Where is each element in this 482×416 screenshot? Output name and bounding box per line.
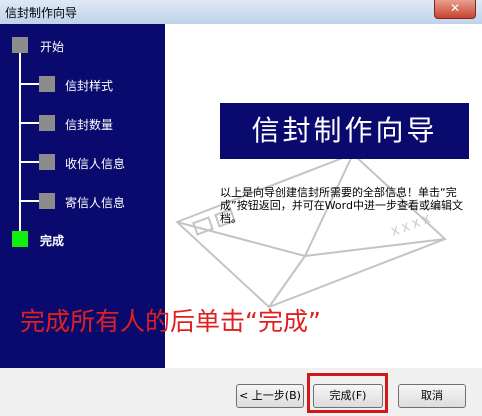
step-label-start: 开始 <box>40 40 65 54</box>
tree-trunk <box>19 44 21 238</box>
close-button[interactable]: ✕ <box>434 0 476 19</box>
step-label-finish: 完成 <box>40 234 65 248</box>
cancel-button[interactable]: 取消 <box>398 384 466 408</box>
step-marker-envelope-count <box>39 115 55 131</box>
wizard-banner: 信封制作向导 <box>220 103 469 159</box>
tree-branch <box>19 83 39 85</box>
step-label-envelope-count: 信封数量 <box>65 118 114 132</box>
tree-branch <box>19 200 39 202</box>
step-marker-recipient <box>39 154 55 170</box>
step-marker-envelope-style <box>39 76 55 92</box>
step-marker-start <box>12 37 28 53</box>
step-marker-sender <box>39 193 55 209</box>
completion-info-text: 以上是向导创建信封所需要的全部信息！单击“完成”按钮返回，并可在Word中进一步… <box>220 186 463 225</box>
window-title: 信封制作向导 <box>5 6 78 20</box>
wizard-window: 信封制作向导 ✕ 开始 信封样式 信封数量 收信人信息 寄信人信息 完成 X X… <box>0 0 482 416</box>
step-label-sender: 寄信人信息 <box>65 196 126 210</box>
step-label-recipient: 收信人信息 <box>65 157 126 171</box>
title-bar: 信封制作向导 ✕ <box>0 0 482 25</box>
finish-highlight-box <box>307 373 388 413</box>
tree-branch <box>19 122 39 124</box>
annotation-caption: 完成所有人的后单击“完成” <box>20 307 321 336</box>
step-marker-finish <box>12 231 28 247</box>
step-label-envelope-style: 信封样式 <box>65 79 114 93</box>
tree-branch <box>19 161 39 163</box>
back-button[interactable]: < 上一步(B) <box>236 384 304 408</box>
